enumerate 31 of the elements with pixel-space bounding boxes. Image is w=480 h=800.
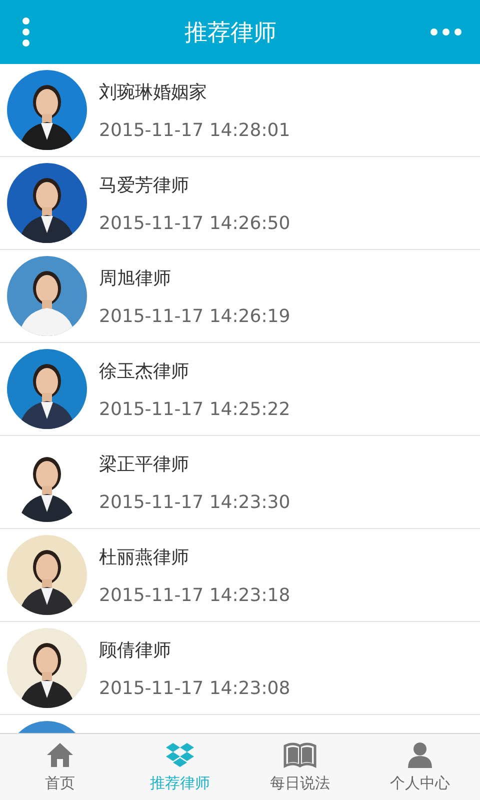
lawyer-item[interactable]: 周旭律师 2015-11-17 14:26:19: [0, 250, 480, 343]
lawyer-item[interactable]: 徐玉杰律师 2015-11-17 14:25:22: [0, 343, 480, 436]
post-time: 2015-11-17 14:23:08: [99, 678, 290, 698]
lawyer-name: 杜丽燕律师: [99, 546, 190, 568]
lawyer-item[interactable]: 顾倩律师 2015-11-17 14:23:08: [0, 622, 480, 715]
boxes-icon: [166, 742, 194, 768]
lawyer-item[interactable]: 马爱芳律师 2015-11-17 14:26:50: [0, 157, 480, 250]
lawyer-item[interactable]: 杜丽燕律师 2015-11-17 14:23:18: [0, 529, 480, 622]
lawyer-name: 马爱芳律师: [99, 174, 190, 196]
post-time: 2015-11-17 14:28:01: [99, 120, 290, 140]
lawyer-item[interactable]: 梁正平律师 2015-11-17 14:23:30: [0, 436, 480, 529]
lawyer-name: 梁正平律师: [99, 452, 190, 476]
menu-icon[interactable]: [21, 17, 31, 47]
post-time: 2015-11-17 14:26:50: [99, 212, 290, 234]
nav-tab[interactable]: 每日说法: [240, 734, 360, 800]
lawyer-name: 周旭律师: [99, 266, 172, 290]
person-icon: [407, 742, 433, 768]
post-time: 2015-11-17 14:25:22: [99, 398, 290, 420]
nav-tab[interactable]: 个人中心: [360, 734, 480, 800]
nav-tab[interactable]: 首页: [0, 734, 120, 800]
post-time: 2015-11-17 14:23:18: [99, 584, 290, 606]
lawyer-name: 顾倩律师: [99, 638, 172, 662]
post-time: 2015-11-17 14:23:30: [99, 492, 290, 512]
more-icon[interactable]: [430, 27, 462, 37]
home-icon: [46, 742, 74, 768]
lawyer-name: 徐玉杰律师: [99, 360, 190, 382]
page-title: 推荐律师: [184, 18, 276, 48]
lawyer-item[interactable]: 刘琬琳婚姻家 2015-11-17 14:28:01: [0, 64, 480, 157]
book-icon: [283, 742, 317, 768]
lawyer-name: 刘琬琳婚姻家: [99, 80, 208, 104]
post-time: 2015-11-17 14:26:19: [99, 306, 290, 326]
